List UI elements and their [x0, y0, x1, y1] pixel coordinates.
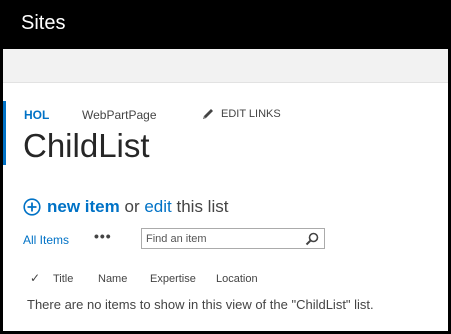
column-header-expertise[interactable]: Expertise	[150, 273, 196, 285]
search-icon[interactable]	[305, 232, 319, 246]
new-item-link[interactable]: new item	[47, 197, 120, 217]
this-list-text: this list	[176, 197, 229, 216]
view-all-items[interactable]: All Items	[23, 233, 69, 247]
edit-links-label: EDIT LINKS	[221, 108, 281, 120]
suite-bar: Sites	[0, 0, 451, 49]
select-all-check[interactable]: ✓	[30, 271, 40, 285]
add-circle-icon[interactable]	[23, 198, 41, 216]
column-header-location[interactable]: Location	[216, 273, 258, 285]
page-title: ChildList	[23, 127, 150, 164]
ribbon-bar	[3, 49, 448, 83]
edit-list-link[interactable]: edit	[144, 197, 171, 217]
search-input[interactable]	[146, 231, 296, 246]
more-options-button[interactable]: •••	[94, 228, 112, 244]
or-text: or	[124, 197, 140, 216]
pencil-icon	[203, 109, 213, 119]
page-content: HOL WebPartPage EDIT LINKS ChildList new…	[3, 49, 448, 331]
search-box[interactable]	[141, 228, 325, 249]
suite-title[interactable]: Sites	[21, 12, 65, 35]
edit-links-button[interactable]: EDIT LINKS	[201, 107, 281, 121]
column-header-name[interactable]: Name	[98, 273, 127, 285]
list-actions: new item or edit this list	[23, 197, 228, 217]
accent-bar	[3, 101, 6, 165]
column-header-title[interactable]: Title	[53, 273, 73, 285]
nav-link-webpartpage[interactable]: WebPartPage	[82, 108, 157, 122]
empty-list-message: There are no items to show in this view …	[27, 297, 374, 312]
nav-link-hol[interactable]: HOL	[24, 108, 49, 122]
